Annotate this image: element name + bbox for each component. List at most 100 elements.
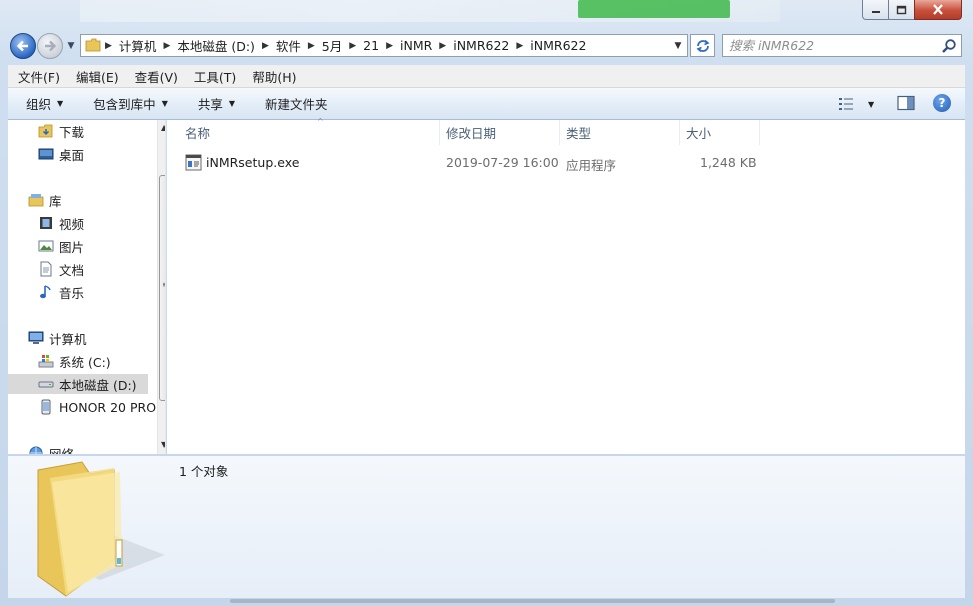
recent-pages-button[interactable]: ▼ <box>64 38 78 54</box>
nav-label-documents: 文档 <box>59 262 85 278</box>
breadcrumb-may[interactable]: 5月 <box>322 36 342 55</box>
breadcrumb-inmr622-parent[interactable]: iNMR622 <box>453 38 509 53</box>
column-header-size[interactable]: 大小 <box>680 120 760 145</box>
search-icon[interactable] <box>941 38 957 54</box>
chevron-right-icon[interactable]: ▶ <box>105 41 112 51</box>
question-icon: ? <box>938 96 946 110</box>
chevron-right-icon[interactable]: ▶ <box>349 41 356 51</box>
file-type: 应用程序 <box>566 158 617 173</box>
nav-scrollbar[interactable]: ▲ ≡ ▼ <box>157 120 165 454</box>
minimize-button[interactable] <box>862 0 889 20</box>
share-button[interactable]: 共享 ▼ <box>198 94 235 113</box>
menu-help[interactable]: 帮助(H) <box>242 67 302 86</box>
search-box[interactable] <box>722 34 962 57</box>
nav-scrollbar-thumb[interactable]: ≡ <box>159 175 165 401</box>
network-icon <box>29 446 43 454</box>
chevron-down-icon: ▼ <box>161 99 168 108</box>
downloads-folder-icon <box>38 124 53 138</box>
breadcrumb-21[interactable]: 21 <box>363 38 379 53</box>
nav-label-computer: 计算机 <box>49 331 87 347</box>
breadcrumb-computer[interactable]: 计算机 <box>119 36 157 55</box>
bottom-edge-shadow <box>230 599 835 603</box>
chevron-right-icon[interactable]: ▶ <box>163 41 170 51</box>
nav-label-drive-c: 系统 (C:) <box>59 354 111 370</box>
chevron-right-icon[interactable]: ▶ <box>308 41 315 51</box>
nav-label-videos: 视频 <box>59 216 85 232</box>
address-bar[interactable]: ▶ 计算机 ▶ 本地磁盘 (D:) ▶ 软件 ▶ 5月 ▶ 21 ▶ iNMR … <box>80 34 688 57</box>
include-in-library-label: 包含到库中 <box>93 97 156 112</box>
phone-icon <box>41 399 51 415</box>
chevron-right-icon[interactable]: ▶ <box>439 41 446 51</box>
nav-item-music[interactable]: 音乐 <box>38 282 165 302</box>
column-header-date[interactable]: 修改日期 <box>440 120 560 145</box>
nav-item-drive-d[interactable]: 本地磁盘 (D:) <box>8 374 148 394</box>
menu-tools[interactable]: 工具(T) <box>184 67 242 86</box>
arrow-left-icon <box>16 40 28 52</box>
organize-label: 组织 <box>26 97 52 112</box>
file-list: 名称 ^ 修改日期 类型 大小 iNMRsetup.exe 2019-07-29… <box>167 117 965 454</box>
scroll-up-icon[interactable]: ▲ <box>161 123 165 132</box>
scroll-down-icon[interactable]: ▼ <box>161 440 165 449</box>
executable-file-icon <box>185 154 202 171</box>
nav-item-drive-c[interactable]: 系统 (C:) <box>38 351 165 371</box>
search-input[interactable] <box>729 37 939 54</box>
nav-label-desktop: 桌面 <box>59 147 85 163</box>
chevron-right-icon[interactable]: ▶ <box>516 41 523 51</box>
breadcrumb-software[interactable]: 软件 <box>276 36 301 55</box>
address-dropdown-button[interactable]: ▼ <box>669 35 687 56</box>
breadcrumb-inmr[interactable]: iNMR <box>400 38 432 53</box>
new-folder-button[interactable]: 新建文件夹 <box>265 94 328 113</box>
menu-file[interactable]: 文件(F) <box>8 67 66 86</box>
chevron-down-icon: ▼ <box>674 40 682 51</box>
nav-item-network[interactable]: 网络 <box>28 443 165 454</box>
column-header-type[interactable]: 类型 <box>560 120 680 145</box>
back-button[interactable] <box>10 33 36 59</box>
chevron-right-icon[interactable]: ▶ <box>262 41 269 51</box>
include-in-library-button[interactable]: 包含到库中 ▼ <box>93 94 168 113</box>
arrow-right-icon <box>45 40 57 52</box>
nav-item-phone[interactable]: HONOR 20 PRO <box>38 397 165 417</box>
nav-label-downloads: 下载 <box>59 124 85 140</box>
nav-label-phone: HONOR 20 PRO <box>59 399 157 415</box>
nav-item-documents[interactable]: 文档 <box>38 259 165 279</box>
desktop-icon <box>38 148 54 160</box>
file-date: 2019-07-29 16:00 <box>446 155 559 170</box>
nav-item-videos[interactable]: 视频 <box>38 213 165 233</box>
breadcrumb: ▶ 计算机 ▶ 本地磁盘 (D:) ▶ 软件 ▶ 5月 ▶ 21 ▶ iNMR … <box>105 35 586 56</box>
column-name-label: 名称 <box>185 126 211 141</box>
documents-icon <box>40 261 52 277</box>
close-button[interactable] <box>914 0 962 20</box>
share-label: 共享 <box>197 97 223 112</box>
nav-item-computer[interactable]: 计算机 <box>28 328 165 348</box>
refresh-button[interactable] <box>690 34 715 57</box>
organize-button[interactable]: 组织 ▼ <box>26 94 63 113</box>
file-size: 1,248 KB <box>700 155 757 170</box>
nav-item-libraries[interactable]: 库 <box>28 190 165 210</box>
nav-item-downloads[interactable]: 下载 <box>38 121 165 141</box>
folder-icon <box>37 461 165 597</box>
chevron-down-icon: ▼ <box>868 99 875 109</box>
breadcrumb-inmr622-current[interactable]: iNMR622 <box>530 38 586 53</box>
column-header-name[interactable]: 名称 ^ <box>179 117 440 145</box>
maximize-button[interactable] <box>888 0 915 20</box>
chevron-down-icon: ▼ <box>57 99 64 108</box>
change-view-button[interactable]: ▼ <box>838 95 878 113</box>
help-button[interactable]: ? <box>933 94 951 112</box>
refresh-icon <box>695 39 710 52</box>
menu-edit[interactable]: 编辑(E) <box>66 67 125 86</box>
breadcrumb-drive-d[interactable]: 本地磁盘 (D:) <box>177 36 255 55</box>
forward-button[interactable] <box>37 33 63 59</box>
preview-pane-button[interactable] <box>897 95 915 111</box>
video-icon <box>40 217 52 229</box>
pictures-icon <box>38 240 54 252</box>
chevron-right-icon[interactable]: ▶ <box>386 41 393 51</box>
menu-view[interactable]: 查看(V) <box>125 67 184 86</box>
nav-label-drive-d: 本地磁盘 (D:) <box>59 377 137 393</box>
nav-item-desktop[interactable]: 桌面 <box>38 144 165 164</box>
nav-item-pictures[interactable]: 图片 <box>38 236 165 256</box>
nav-label-pictures: 图片 <box>59 239 85 255</box>
view-details-icon <box>839 98 853 110</box>
item-count: 1 个对象 <box>179 464 229 479</box>
system-drive-icon <box>38 355 54 368</box>
chevron-down-icon: ▼ <box>228 99 236 108</box>
